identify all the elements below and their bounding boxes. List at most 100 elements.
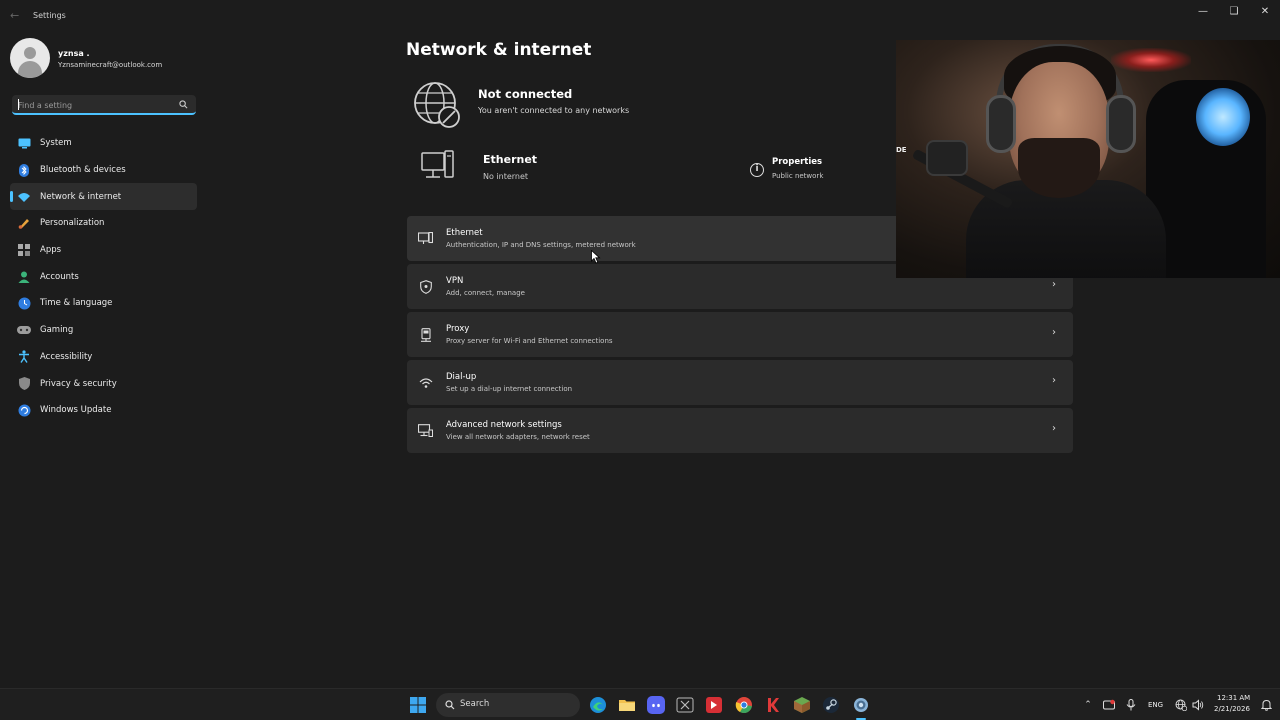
close-button[interactable]: ✕ <box>1250 4 1280 20</box>
sidebar-item-label: Gaming <box>40 325 74 336</box>
search-icon[interactable] <box>179 100 188 109</box>
language-indicator[interactable]: ENG <box>1148 701 1163 709</box>
sidebar-item-label: Accounts <box>40 271 79 282</box>
microphone-icon[interactable] <box>1125 699 1137 711</box>
connection-status-subtitle: You aren't connected to any networks <box>478 106 630 115</box>
connection-status-title: Not connected <box>478 87 573 101</box>
chevron-up-icon[interactable]: ⌃ <box>1082 699 1094 711</box>
discord-icon[interactable] <box>647 696 665 714</box>
steam-icon[interactable] <box>822 696 840 714</box>
red-k-app-icon[interactable] <box>764 696 782 714</box>
card-subtitle: Authentication, IP and DNS settings, met… <box>446 241 636 249</box>
red-app-icon[interactable] <box>705 696 723 714</box>
card-title: Dial-up <box>446 372 477 382</box>
clock-time[interactable]: 12:31 AM <box>1217 694 1250 702</box>
vpn-shield-icon <box>418 279 433 294</box>
chevron-right-icon: › <box>1052 327 1056 338</box>
person-icon <box>17 270 31 284</box>
taskbar: Search ⌃ ENG 12:31 AM 2/21/2026 <box>0 688 1280 720</box>
clock-date[interactable]: 2/21/2026 <box>1214 705 1250 713</box>
window-title: Settings <box>33 11 66 20</box>
card-subtitle: Add, connect, manage <box>446 289 525 297</box>
gamepad-icon <box>17 323 31 337</box>
chrome-icon[interactable] <box>735 696 753 714</box>
profile-name: yznsa . <box>58 49 90 58</box>
excel-icon[interactable] <box>676 696 694 714</box>
card-subtitle: Set up a dial-up internet connection <box>446 385 573 393</box>
minecraft-icon[interactable] <box>793 696 811 714</box>
properties-subtitle: Public network <box>772 172 824 180</box>
card-advanced-network-settings[interactable]: Advanced network settings View all netwo… <box>407 408 1073 453</box>
advanced-network-icon <box>418 423 433 438</box>
sidebar-item-bluetooth[interactable]: Bluetooth & devices <box>10 157 197 184</box>
sidebar-item-label: Apps <box>40 245 62 256</box>
network-disconnected-icon[interactable] <box>1175 699 1188 712</box>
ethernet-status-subtitle: No internet <box>483 172 529 181</box>
file-explorer-icon[interactable] <box>618 696 636 714</box>
chevron-right-icon: › <box>1052 423 1056 434</box>
globe-disconnected-icon <box>414 82 460 128</box>
taskbar-search[interactable]: Search <box>436 693 580 717</box>
sidebar-item-label: Accessibility <box>40 351 93 362</box>
sidebar-item-privacy-security[interactable]: Privacy & security <box>10 370 197 397</box>
sidebar-item-label: Windows Update <box>40 405 112 416</box>
search-icon <box>445 700 455 710</box>
sidebar-item-label: Personalization <box>40 218 105 229</box>
sidebar-item-personalization[interactable]: Personalization <box>10 210 197 237</box>
chevron-right-icon: › <box>1052 279 1056 290</box>
sidebar-item-label: System <box>40 138 72 149</box>
card-title: VPN <box>446 276 464 286</box>
ethernet-pc-icon <box>421 150 454 178</box>
sidebar-item-label: Network & internet <box>40 191 122 202</box>
shield-icon <box>17 377 31 391</box>
title-bar: ← Settings — ❑ ✕ <box>0 0 1280 32</box>
start-icon[interactable] <box>409 696 427 714</box>
volume-icon[interactable] <box>1192 699 1204 711</box>
chevron-right-icon: › <box>1052 375 1056 386</box>
sidebar-nav: System Bluetooth & devices Network & int… <box>10 130 197 424</box>
monitor-icon <box>17 136 31 150</box>
card-proxy[interactable]: Proxy Proxy server for Wi-Fi and Etherne… <box>407 312 1073 357</box>
update-icon <box>17 403 31 417</box>
brush-icon <box>17 216 31 230</box>
properties-link[interactable]: Properties <box>772 157 822 167</box>
webcam-overlay: DE <box>896 40 1280 278</box>
settings-icon[interactable] <box>852 696 870 714</box>
apps-icon <box>17 243 31 257</box>
maximize-button[interactable]: ❑ <box>1219 4 1249 20</box>
card-title: Ethernet <box>446 228 483 238</box>
minimize-button[interactable]: — <box>1188 4 1218 20</box>
search-box[interactable] <box>12 95 196 115</box>
sidebar-item-label: Privacy & security <box>40 378 117 389</box>
ethernet-icon <box>418 231 433 246</box>
mouse-cursor-icon <box>591 250 601 264</box>
sidebar-item-accessibility[interactable]: Accessibility <box>10 344 197 371</box>
notification-bell-icon[interactable] <box>1260 699 1272 711</box>
sidebar-item-label: Bluetooth & devices <box>40 165 126 176</box>
back-arrow-icon[interactable]: ← <box>10 9 22 22</box>
card-subtitle: View all network adapters, network reset <box>446 433 590 441</box>
ethernet-status-title: Ethernet <box>483 153 538 166</box>
sidebar-item-label: Time & language <box>40 298 113 309</box>
sidebar-item-accounts[interactable]: Accounts <box>10 263 197 290</box>
search-input[interactable] <box>18 98 168 112</box>
sidebar-item-time-language[interactable]: Time & language <box>10 290 197 317</box>
edge-icon[interactable] <box>589 696 607 714</box>
sidebar-item-windows-update[interactable]: Windows Update <box>10 397 197 424</box>
card-dial-up[interactable]: Dial-up Set up a dial-up internet connec… <box>407 360 1073 405</box>
info-icon[interactable]: i <box>750 163 764 177</box>
proxy-icon <box>418 327 433 342</box>
sidebar-item-apps[interactable]: Apps <box>10 237 197 264</box>
sidebar-item-system[interactable]: System <box>10 130 197 157</box>
red-tray-app-icon[interactable] <box>1103 699 1115 711</box>
sidebar-item-network[interactable]: Network & internet <box>10 183 197 211</box>
accessibility-icon <box>17 350 31 364</box>
page-title: Network & internet <box>406 40 592 60</box>
avatar[interactable] <box>10 38 50 78</box>
webcam-background-text: DE <box>896 146 907 154</box>
sidebar-item-gaming[interactable]: Gaming <box>10 317 197 344</box>
profile-email: Yznsaminecraft@outlook.com <box>58 61 163 69</box>
taskbar-search-label: Search <box>460 699 490 709</box>
bluetooth-icon <box>17 163 31 177</box>
card-subtitle: Proxy server for Wi-Fi and Ethernet conn… <box>446 337 613 345</box>
